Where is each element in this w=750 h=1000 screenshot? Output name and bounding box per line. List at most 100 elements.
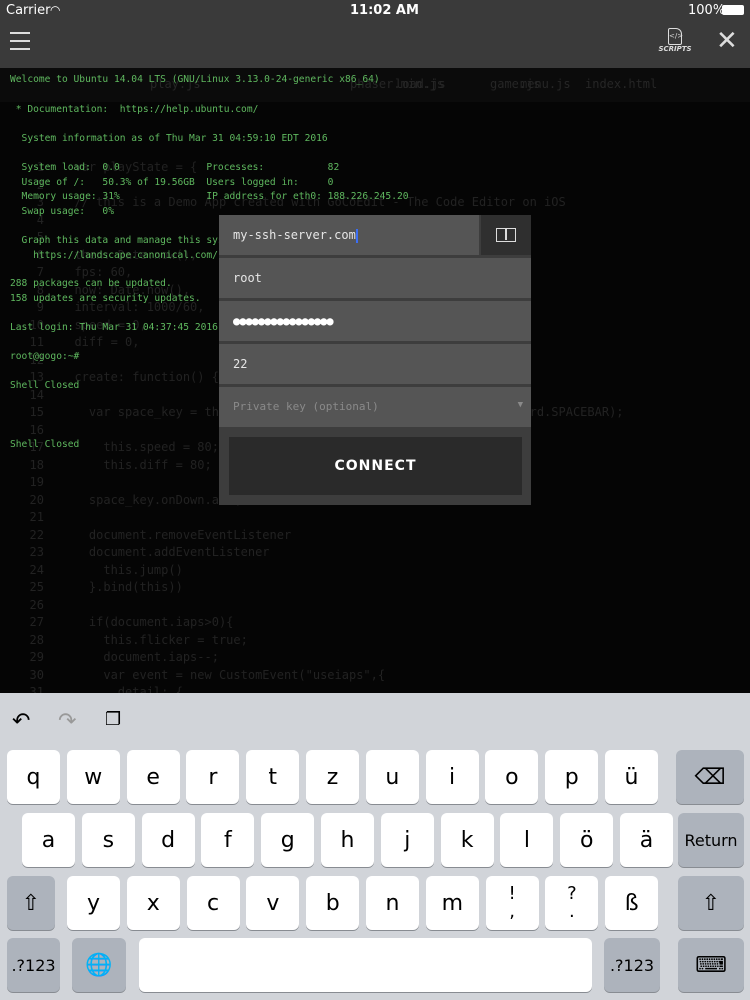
key-l[interactable]: l [500, 813, 554, 867]
terminal-line: System load: 0.0 Processes: 82 [10, 162, 340, 173]
key-x[interactable]: x [126, 876, 180, 930]
key-b[interactable]: b [306, 876, 360, 930]
key-z[interactable]: z [306, 750, 359, 804]
password-input[interactable]: ●●●●●●●●●●●●●●●● [219, 301, 531, 341]
code-line: 27 if(document.iaps>0){ [14, 615, 234, 629]
ssh-connect-dialog: my-ssh-server.com root ●●●●●●●●●●●●●●●● … [219, 215, 531, 505]
scripts-label: SCRIPTS [658, 45, 692, 53]
key-o[interactable]: o [485, 750, 539, 804]
line-number: 28 [29, 632, 44, 647]
return-key[interactable]: Return [678, 813, 744, 867]
hamburger-icon[interactable] [10, 32, 30, 50]
code-text: this.jump() [60, 562, 183, 577]
key-n[interactable]: n [366, 876, 419, 930]
editor-tab: load.js [395, 77, 446, 91]
keyboard-dismiss-icon[interactable]: ⌨ [678, 938, 744, 992]
terminal-line: Welcome to Ubuntu 14.04 LTS (GNU/Linux 3… [10, 74, 380, 85]
key-c[interactable]: c [186, 876, 240, 930]
host-input[interactable]: my-ssh-server.com [219, 215, 479, 255]
code-text: diff = 0, [60, 335, 140, 349]
private-key-select[interactable]: Private key (optional) ▼ [219, 387, 531, 427]
code-line: 30 var event = new CustomEvent("useiaps"… [14, 667, 386, 682]
editor-tab: game.js [490, 77, 541, 91]
key-d[interactable]: d [141, 813, 195, 867]
key-p[interactable]: p [545, 750, 599, 804]
backspace-key[interactable]: ⌫ [676, 750, 744, 804]
key-g[interactable]: g [261, 813, 315, 867]
key-ß[interactable]: ß [605, 876, 659, 930]
globe-icon[interactable]: 🌐 [72, 938, 126, 992]
line-number: 22 [29, 527, 44, 542]
close-icon[interactable]: ✕ [716, 26, 738, 56]
key-i[interactable]: i [425, 750, 479, 804]
undo-icon[interactable]: ↶ [12, 709, 30, 734]
line-number: 19 [29, 475, 44, 489]
key-v[interactable]: v [246, 876, 300, 930]
code-line: 25 }.bind(this)) [14, 580, 183, 594]
book-icon [496, 228, 516, 242]
key-j[interactable]: j [380, 813, 434, 867]
line-number: 16 [29, 422, 44, 437]
paste-icon[interactable]: ❐ [105, 709, 121, 730]
line-number: 25 [29, 580, 44, 594]
battery-icon [722, 5, 744, 15]
terminal-line: 158 updates are security updates. [10, 293, 201, 304]
key-ö[interactable]: ö [560, 813, 614, 867]
line-number: 24 [29, 562, 44, 577]
status-bar: Carrier ◠ 11:02 AM 100% [0, 0, 750, 20]
numbers-key[interactable]: .?123 [7, 938, 60, 992]
code-text: this.speed = 80; [60, 440, 219, 454]
line-number: 30 [29, 667, 44, 682]
terminal-line: https://landscape.canonical.com/ [10, 250, 218, 261]
key-w[interactable]: w [66, 750, 120, 804]
code-text: this.diff = 80; [60, 457, 212, 472]
key-k[interactable]: k [440, 813, 494, 867]
shift-key[interactable]: ⇧ [7, 876, 55, 930]
line-number: 29 [29, 650, 44, 664]
key-y[interactable]: y [67, 876, 120, 930]
code-text: this.flicker = true; [60, 632, 248, 647]
key-m[interactable]: m [425, 876, 479, 930]
key-t[interactable]: t [246, 750, 300, 804]
key-a[interactable]: a [22, 813, 75, 867]
dropdown-arrow-icon: ▼ [517, 400, 523, 410]
code-line: 7 fps: 60, [14, 265, 132, 279]
line-number: 18 [29, 457, 44, 472]
line-number: 23 [29, 545, 44, 559]
numbers-key-right[interactable]: .?123 [604, 938, 660, 992]
key-s[interactable]: s [81, 813, 135, 867]
bookmarks-button[interactable] [481, 215, 531, 255]
carrier: Carrier [6, 3, 51, 18]
line-number: 21 [29, 510, 44, 524]
key-?.[interactable]: ? . [545, 876, 599, 930]
line-number: 11 [29, 335, 44, 349]
key-f[interactable]: f [201, 813, 255, 867]
clock: 11:02 AM [350, 3, 419, 18]
redo-icon[interactable]: ↷ [58, 709, 76, 734]
key-ä[interactable]: ä [620, 813, 673, 867]
keyboard: ↶ ↷ ❐ q w e r t z u i o p ü ⌫ a s d f g h j k l ö ä Return ⇧ y x c v… [0, 693, 750, 1000]
key-u[interactable]: u [365, 750, 419, 804]
line-number: 26 [29, 597, 44, 612]
space-bar[interactable] [139, 938, 592, 992]
shift-key-right[interactable]: ⇧ [678, 876, 744, 930]
code-line: 31 detail: { [14, 685, 183, 693]
script-file-icon: </> [668, 28, 683, 45]
key-r[interactable]: r [186, 750, 240, 804]
key-e[interactable]: e [126, 750, 180, 804]
port-input[interactable]: 22 [219, 344, 531, 384]
key-h[interactable]: h [321, 813, 374, 867]
scripts-button[interactable]: </> SCRIPTS [655, 28, 695, 53]
username-input[interactable]: root [219, 258, 531, 298]
key-!,[interactable]: ! , [485, 876, 539, 930]
code-line: 23 document.addEventListener [14, 545, 270, 559]
terminal-line: System information as of Thu Mar 31 04:5… [10, 133, 328, 144]
key-ü[interactable]: ü [605, 750, 658, 804]
code-text: document.iaps--; [60, 650, 219, 664]
editor-tab: index.html [585, 77, 658, 91]
key-q[interactable]: q [7, 750, 60, 804]
code-line: 29 document.iaps--; [14, 650, 219, 664]
code-line: 16 [14, 423, 60, 437]
terminal-line: Swap usage: 0% [10, 206, 114, 217]
connect-button[interactable]: CONNECT [229, 437, 522, 495]
